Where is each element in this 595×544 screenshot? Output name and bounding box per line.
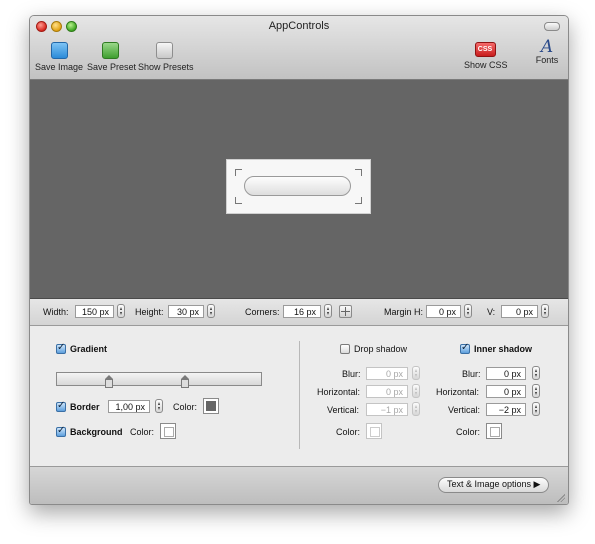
- border-checkbox[interactable]: [56, 400, 66, 412]
- width-stepper[interactable]: [117, 304, 125, 318]
- drop-shadow-label: Drop shadow: [354, 344, 408, 354]
- show-presets-button[interactable]: Show Presets: [138, 42, 194, 72]
- show-css-button[interactable]: CSS Show CSS: [464, 42, 508, 70]
- show-presets-label: Show Presets: [138, 62, 194, 72]
- inner-shadow-blur-field[interactable]: 0 px: [486, 367, 526, 380]
- inner-shadow-vertical-label: Vertical:: [448, 405, 481, 415]
- preview-canvas: [30, 80, 568, 299]
- height-stepper[interactable]: [207, 304, 215, 318]
- drop-shadow-color-well[interactable]: [366, 423, 382, 439]
- drop-shadow-color-label: Color:: [336, 427, 361, 437]
- margin-v-stepper[interactable]: [541, 304, 549, 318]
- background-label: Background: [70, 427, 123, 437]
- drop-shadow-vertical-field[interactable]: −1 px: [366, 403, 408, 416]
- fonts-label: Fonts: [535, 55, 559, 65]
- corners-field[interactable]: 16 px: [283, 305, 321, 318]
- gradient-stop-handle[interactable]: [105, 375, 113, 388]
- crop-corner-icon: [235, 169, 242, 176]
- margin-h-stepper[interactable]: [464, 304, 472, 318]
- preview-image: [226, 159, 371, 214]
- toolbar-toggle-button[interactable]: [544, 22, 560, 31]
- drop-shadow-vertical-stepper[interactable]: [412, 402, 420, 416]
- drop-shadow-vertical-label: Vertical:: [327, 405, 360, 415]
- save-image-label: Save Image: [35, 62, 84, 72]
- save-preset-button[interactable]: Save Preset: [87, 42, 137, 72]
- width-field[interactable]: 150 px: [75, 305, 114, 318]
- drop-shadow-checkbox[interactable]: [340, 344, 350, 354]
- show-css-label: Show CSS: [464, 60, 508, 70]
- crop-corner-icon: [235, 197, 242, 204]
- border-color-swatch: [206, 401, 216, 411]
- save-preset-label: Save Preset: [87, 62, 137, 72]
- save-image-button[interactable]: Save Image: [35, 42, 83, 72]
- fonts-icon: A: [540, 37, 554, 57]
- panel-divider: [299, 341, 300, 449]
- width-label: Width:: [43, 307, 69, 317]
- height-label: Height:: [135, 307, 164, 317]
- app-window: AppControls Save Image Save Preset Show …: [29, 15, 569, 505]
- border-color-label: Color:: [173, 402, 198, 412]
- drop-shadow-horizontal-stepper[interactable]: [412, 384, 420, 398]
- margin-h-label: Margin H:: [384, 307, 424, 317]
- inner-shadow-horizontal-field[interactable]: 0 px: [486, 385, 526, 398]
- bottom-bar: Text & Image options ▶: [30, 466, 568, 504]
- inner-shadow-color-swatch: [490, 427, 500, 437]
- title-bar: AppControls Save Image Save Preset Show …: [30, 16, 568, 80]
- border-width-field[interactable]: 1,00 px: [108, 400, 150, 413]
- text-image-options-button[interactable]: Text & Image options ▶: [438, 477, 550, 493]
- preview-button-shape: [244, 176, 351, 196]
- margin-v-label: V:: [487, 307, 496, 317]
- inner-shadow-vertical-stepper[interactable]: [532, 402, 540, 416]
- background-color-label: Color:: [130, 427, 155, 437]
- gradient-bar[interactable]: [56, 372, 262, 388]
- inner-shadow-blur-stepper[interactable]: [532, 366, 540, 380]
- inner-shadow-color-label: Color:: [456, 427, 481, 437]
- crop-corner-icon: [355, 169, 362, 176]
- corner-select-button[interactable]: [339, 305, 352, 318]
- gradient-stop-handle[interactable]: [181, 375, 189, 388]
- border-label: Border: [70, 402, 100, 412]
- gradient-checkbox[interactable]: [56, 342, 66, 354]
- border-color-well[interactable]: [203, 398, 219, 414]
- dimensions-bar: Width: 150 px Height: 30 px Corners: 16 …: [30, 299, 568, 326]
- inner-shadow-label: Inner shadow: [474, 344, 533, 354]
- height-field[interactable]: 30 px: [168, 305, 204, 318]
- drop-shadow-blur-field[interactable]: 0 px: [366, 367, 408, 380]
- background-color-swatch: [164, 427, 174, 437]
- drop-shadow-horizontal-label: Horizontal:: [317, 387, 361, 397]
- inner-shadow-vertical-field[interactable]: −2 px: [486, 403, 526, 416]
- save-image-icon: [50, 42, 68, 59]
- drop-shadow-blur-stepper[interactable]: [412, 366, 420, 380]
- drop-shadow-color-swatch: [370, 427, 380, 437]
- save-preset-icon: [101, 42, 119, 59]
- margin-v-field[interactable]: 0 px: [501, 305, 538, 318]
- background-checkbox[interactable]: [56, 425, 66, 437]
- style-settings-panel: Gradient Border 1,00 px Color: Backgroun…: [30, 326, 568, 466]
- inner-shadow-horizontal-label: Horizontal:: [436, 387, 480, 397]
- fonts-button[interactable]: A Fonts: [532, 37, 562, 66]
- inner-shadow-color-well[interactable]: [486, 423, 502, 439]
- gradient-label: Gradient: [70, 344, 108, 354]
- window-title: AppControls: [268, 20, 330, 32]
- background-color-well[interactable]: [160, 423, 176, 439]
- inner-shadow-blur-label: Blur:: [462, 369, 481, 379]
- css-icon: CSS: [474, 42, 496, 57]
- resize-grip-icon[interactable]: [557, 494, 565, 502]
- inner-shadow-checkbox[interactable]: [460, 342, 470, 354]
- drop-shadow-horizontal-field[interactable]: 0 px: [366, 385, 408, 398]
- show-presets-icon: [155, 42, 173, 59]
- corners-stepper[interactable]: [324, 304, 332, 318]
- margin-h-field[interactable]: 0 px: [426, 305, 461, 318]
- inner-shadow-horizontal-stepper[interactable]: [532, 384, 540, 398]
- corners-label: Corners:: [245, 307, 280, 317]
- border-width-stepper[interactable]: [155, 399, 163, 413]
- drop-shadow-blur-label: Blur:: [342, 369, 361, 379]
- crop-corner-icon: [355, 197, 362, 204]
